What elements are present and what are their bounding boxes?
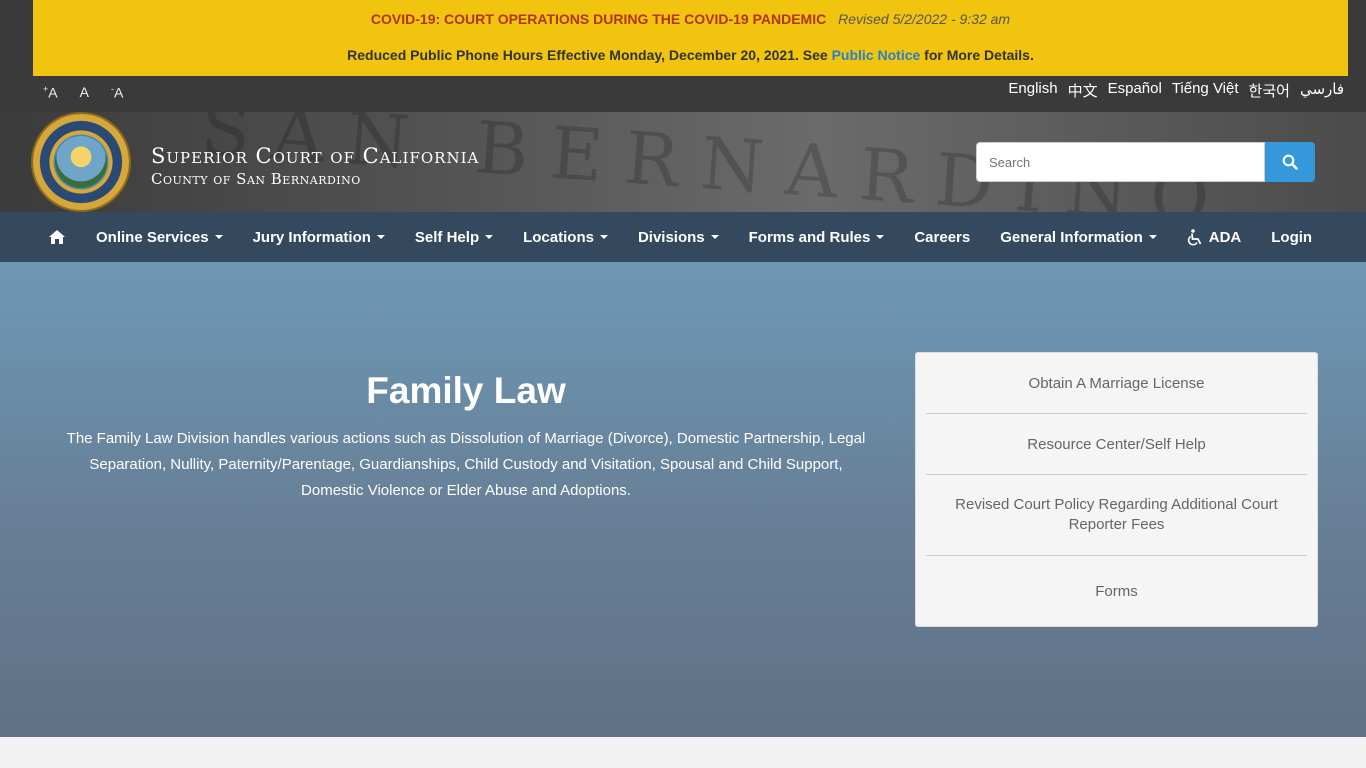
nav-jury-information[interactable]: Jury Information bbox=[238, 229, 400, 246]
nav-careers[interactable]: Careers bbox=[899, 229, 985, 246]
font-normal-label: A bbox=[79, 84, 89, 100]
caret-down-icon bbox=[214, 235, 223, 239]
site-subtitle: County of San Bernardino bbox=[151, 170, 361, 188]
nav-login-label: Login bbox=[1271, 228, 1313, 246]
page-description: The Family Law Division handles various … bbox=[66, 430, 866, 499]
quick-links-panel: Obtain A Marriage License Resource Cente… bbox=[915, 352, 1318, 627]
font-decrease-label: A bbox=[113, 84, 124, 101]
home-icon bbox=[49, 230, 65, 244]
site-title: Superior Court of California bbox=[151, 144, 480, 168]
nav-divisions-label: Divisions bbox=[637, 228, 705, 246]
alert-headline: COVID-19: COURT OPERATIONS DURING THE CO… bbox=[33, 11, 1348, 27]
nav-jury-information-label: Jury Information bbox=[252, 228, 371, 246]
quick-link-marriage-license[interactable]: Obtain A Marriage License bbox=[926, 353, 1307, 414]
search-icon bbox=[1282, 154, 1298, 170]
content-area-start bbox=[0, 737, 1366, 768]
nav-online-services[interactable]: Online Services bbox=[81, 229, 238, 246]
alert-notice-text-end: for More Details. bbox=[920, 47, 1034, 63]
caret-down-icon bbox=[1148, 235, 1157, 239]
caret-down-icon bbox=[710, 235, 719, 239]
alert-notice: Reduced Public Phone Hours Effective Mon… bbox=[33, 47, 1348, 63]
nav-online-services-label: Online Services bbox=[96, 228, 209, 246]
page-title: Family Law bbox=[366, 370, 566, 411]
alert-title[interactable]: COVID-19: COURT OPERATIONS DURING THE CO… bbox=[371, 11, 826, 27]
language-spanish[interactable]: Español bbox=[1108, 80, 1162, 101]
nav-home[interactable] bbox=[33, 229, 81, 245]
search-input[interactable] bbox=[976, 142, 1265, 182]
font-normal-button[interactable]: A bbox=[80, 84, 89, 101]
main-navigation: Online Services Jury Information Self He… bbox=[0, 212, 1366, 262]
caret-down-icon bbox=[876, 235, 885, 239]
nav-locations-label: Locations bbox=[523, 228, 594, 246]
court-seal-logo[interactable] bbox=[33, 114, 129, 210]
hero-section: Family Law The Family Law Division handl… bbox=[0, 262, 1366, 737]
nav-ada[interactable]: ADA bbox=[1172, 229, 1257, 246]
nav-careers-label: Careers bbox=[914, 228, 971, 246]
caret-down-icon bbox=[599, 235, 608, 239]
search-button[interactable] bbox=[1265, 142, 1315, 182]
font-size-controls: +A A -A bbox=[43, 84, 123, 101]
nav-forms-and-rules-label: Forms and Rules bbox=[748, 228, 871, 246]
language-chinese[interactable]: 中文 bbox=[1068, 80, 1098, 101]
font-increase-label: A bbox=[48, 84, 58, 101]
nav-locations[interactable]: Locations bbox=[508, 229, 623, 246]
quick-link-forms[interactable]: Forms bbox=[926, 556, 1307, 626]
nav-self-help-label: Self Help bbox=[414, 228, 480, 246]
font-increase-button[interactable]: +A bbox=[43, 84, 58, 101]
quick-link-resource-center[interactable]: Resource Center/Self Help bbox=[926, 414, 1307, 475]
caret-down-icon bbox=[376, 235, 385, 239]
site-brand[interactable]: Superior Court of California County of S… bbox=[151, 144, 479, 188]
language-selector: English 中文 Español Tiếng Việt 한국어 فارسي bbox=[1008, 80, 1344, 101]
language-farsi[interactable]: فارسي bbox=[1300, 80, 1344, 101]
nav-self-help[interactable]: Self Help bbox=[400, 229, 508, 246]
alert-revised-date: Revised 5/2/2022 - 9:32 am bbox=[838, 11, 1011, 27]
nav-ada-label: ADA bbox=[1208, 228, 1242, 246]
search-form bbox=[976, 142, 1315, 182]
nav-login[interactable]: Login bbox=[1256, 229, 1327, 246]
language-english[interactable]: English bbox=[1008, 80, 1057, 101]
wheelchair-icon bbox=[1187, 228, 1202, 246]
quick-link-court-reporter-fees[interactable]: Revised Court Policy Regarding Additiona… bbox=[926, 475, 1307, 556]
nav-general-information-label: General Information bbox=[1000, 228, 1143, 246]
language-vietnamese[interactable]: Tiếng Việt bbox=[1172, 80, 1239, 101]
language-korean[interactable]: 한국어 bbox=[1249, 80, 1290, 101]
caret-down-icon bbox=[485, 235, 494, 239]
nav-forms-and-rules[interactable]: Forms and Rules bbox=[734, 229, 900, 246]
nav-general-information[interactable]: General Information bbox=[985, 229, 1172, 246]
site-header: SAN BERNARDINO Superior Court of Califor… bbox=[0, 112, 1366, 212]
utility-bar: +A A -A English 中文 Español Tiếng Việt 한국… bbox=[0, 76, 1366, 112]
public-notice-link[interactable]: Public Notice bbox=[832, 47, 921, 63]
alert-notice-text: Reduced Public Phone Hours Effective Mon… bbox=[347, 47, 832, 63]
font-decrease-button[interactable]: -A bbox=[111, 84, 123, 101]
covid-alert-banner: COVID-19: COURT OPERATIONS DURING THE CO… bbox=[33, 0, 1348, 76]
nav-divisions[interactable]: Divisions bbox=[623, 229, 734, 246]
